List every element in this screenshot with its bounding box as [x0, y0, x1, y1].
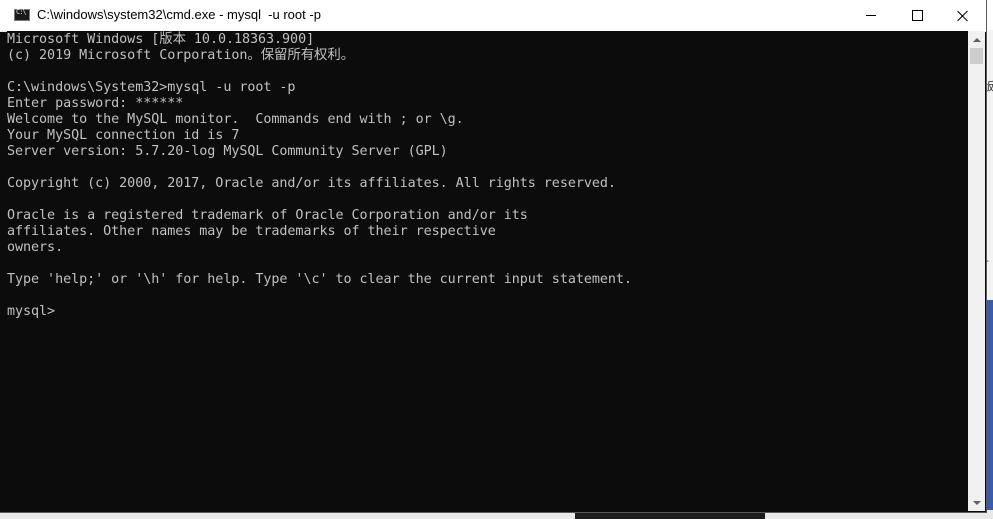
background-window-right: 版 - w: [983, 30, 993, 519]
console-line: Your MySQL connection id is 7: [7, 128, 240, 143]
background-blue-panel: [985, 300, 993, 519]
console-line: owners.: [7, 240, 64, 255]
scroll-thumb[interactable]: [970, 48, 983, 64]
desktop: * ' l - c * 版 - w C:\ C:\windows\system3…: [0, 0, 993, 519]
console-line: Oracle is a registered trademark of Orac…: [7, 208, 528, 223]
console-line: Type 'help;' or '\h' for help. Type '\c'…: [7, 272, 632, 287]
console-line: affiliates. Other names may be trademark…: [7, 224, 496, 239]
cmd-window[interactable]: C:\ C:\windows\system32\cmd.exe - mysql …: [0, 0, 986, 512]
close-icon: [957, 10, 969, 22]
close-button[interactable]: [940, 0, 986, 31]
minimize-icon: [866, 15, 876, 16]
title-bar[interactable]: C:\ C:\windows\system32\cmd.exe - mysql …: [0, 0, 986, 32]
mysql-prompt[interactable]: mysql>: [7, 304, 55, 320]
console-line: Enter password: ******: [7, 96, 184, 111]
arrow-down-icon: [972, 500, 981, 505]
console-line: Copyright (c) 2000, 2017, Oracle and/or …: [7, 176, 616, 191]
window-title: C:\windows\system32\cmd.exe - mysql -u r…: [37, 7, 321, 22]
console-line: Microsoft Windows [版本 10.0.18363.900]: [7, 32, 315, 47]
cmd-icon[interactable]: C:\: [14, 8, 30, 21]
console-line: Welcome to the MySQL monitor. Commands e…: [7, 112, 464, 127]
scroll-down-button[interactable]: [968, 494, 985, 511]
vertical-scrollbar[interactable]: [968, 31, 985, 511]
console-line: (c) 2019 Microsoft Corporation。保留所有权利。: [7, 48, 355, 63]
arrow-up-icon: [972, 37, 981, 42]
console-output[interactable]: Microsoft Windows [版本 10.0.18363.900] (c…: [7, 31, 968, 511]
console-line: C:\windows\System32>mysql -u root -p: [7, 80, 296, 95]
console-line: Server version: 5.7.20-log MySQL Communi…: [7, 144, 448, 159]
maximize-button[interactable]: [894, 0, 940, 31]
maximize-icon: [911, 10, 923, 21]
scroll-up-button[interactable]: [968, 31, 985, 48]
minimize-button[interactable]: [848, 0, 894, 31]
